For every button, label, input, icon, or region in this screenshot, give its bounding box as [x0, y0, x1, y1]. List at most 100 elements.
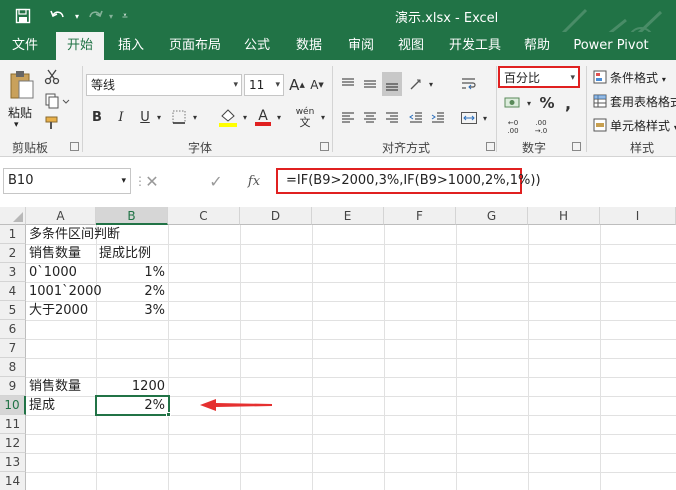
italic-button[interactable]: I [112, 106, 130, 128]
name-box[interactable]: B10 ▾ [3, 168, 131, 194]
row-header-8[interactable]: 8 [0, 358, 26, 377]
format-painter-icon[interactable] [42, 114, 62, 132]
font-color-dropdown-icon[interactable]: ▾ [274, 106, 284, 128]
cell-a9[interactable]: 销售数量 [26, 377, 96, 396]
paste-dropdown-icon[interactable]: ▾ [14, 120, 19, 130]
underline-dropdown-icon[interactable]: ▾ [154, 106, 164, 128]
tab-page-layout[interactable]: 页面布局 [164, 32, 226, 60]
number-launcher-icon[interactable] [572, 142, 581, 151]
underline-button[interactable]: U [136, 106, 154, 128]
column-header-b[interactable]: B [96, 207, 168, 225]
row-header-14[interactable]: 14 [0, 472, 26, 490]
accounting-format-icon[interactable] [502, 92, 524, 114]
column-header-i[interactable]: I [600, 207, 676, 225]
redo-icon[interactable] [84, 6, 106, 26]
copy-icon[interactable] [42, 92, 72, 110]
cell-a1[interactable]: 多条件区间判断 [26, 225, 166, 244]
row-header-4[interactable]: 4 [0, 282, 26, 301]
align-bottom-icon[interactable] [382, 72, 402, 96]
align-top-icon[interactable] [338, 72, 358, 96]
cell-styles-button[interactable]: 单元格样式 ▾ [610, 117, 676, 134]
row-header-5[interactable]: 5 [0, 301, 26, 320]
row-header-9[interactable]: 9 [0, 377, 26, 396]
tab-file[interactable]: 文件 [6, 32, 44, 60]
row-header-11[interactable]: 11 [0, 415, 26, 434]
cell-b3[interactable]: 1% [96, 263, 168, 282]
formula-input[interactable]: =IF(B9>2000,3%,IF(B9>1000,2%,1%)) [276, 168, 541, 194]
row-header-2[interactable]: 2 [0, 244, 26, 263]
fill-color-icon[interactable] [216, 104, 240, 130]
column-header-e[interactable]: E [312, 207, 384, 225]
cell-a10[interactable]: 提成 [26, 396, 96, 415]
format-as-table-button[interactable]: 套用表格格式 [610, 93, 676, 110]
redo-dropdown-icon[interactable]: ▾ [106, 6, 116, 26]
column-header-h[interactable]: H [528, 207, 600, 225]
customize-toolbar-icon[interactable]: ⩡ [118, 6, 132, 26]
column-header-c[interactable]: C [168, 207, 240, 225]
cell-a5[interactable]: 大于2000 [26, 301, 96, 320]
tab-formulas[interactable]: 公式 [238, 32, 276, 60]
shrink-font-icon[interactable]: A ▼ [308, 74, 326, 96]
paste-icon[interactable] [6, 68, 38, 102]
font-color-icon[interactable]: A [252, 104, 274, 130]
decrease-indent-icon[interactable] [406, 106, 426, 130]
fill-handle[interactable] [166, 412, 171, 417]
row-header-6[interactable]: 6 [0, 320, 26, 339]
merge-dropdown-icon[interactable]: ▾ [480, 106, 490, 130]
row-header-3[interactable]: 3 [0, 263, 26, 282]
fill-color-dropdown-icon[interactable]: ▾ [240, 106, 250, 128]
save-icon[interactable] [12, 6, 34, 26]
borders-icon[interactable] [168, 106, 190, 128]
tab-data[interactable]: 数据 [290, 32, 328, 60]
row-header-1[interactable]: 1 [0, 225, 26, 244]
format-as-table-icon[interactable] [592, 92, 608, 110]
undo-dropdown-icon[interactable]: ▾ [72, 6, 82, 26]
phonetic-dropdown-icon[interactable]: ▾ [318, 106, 328, 128]
tab-insert[interactable]: 插入 [112, 32, 150, 60]
merge-center-icon[interactable] [458, 106, 480, 130]
tab-view[interactable]: 视图 [392, 32, 430, 60]
column-header-d[interactable]: D [240, 207, 312, 225]
cell-a4[interactable]: 1001`2000 [26, 282, 102, 301]
tab-review[interactable]: 审阅 [342, 32, 380, 60]
clipboard-launcher-icon[interactable] [70, 142, 79, 151]
align-left-icon[interactable] [338, 106, 358, 130]
enter-icon[interactable]: ✓ [206, 170, 226, 192]
tab-power-pivot[interactable]: Power Pivot [570, 32, 652, 60]
row-header-7[interactable]: 7 [0, 339, 26, 358]
font-size-select[interactable]: 11 ▾ [244, 74, 284, 96]
conditional-formatting-button[interactable]: 条件格式 ▾ [610, 69, 666, 86]
increase-decimal-icon[interactable]: ←0.00 [502, 116, 524, 138]
decrease-decimal-icon[interactable]: .00 →.0 [530, 116, 552, 138]
tab-home[interactable]: 开始 [56, 32, 104, 60]
font-name-select[interactable]: 等线 ▾ [86, 74, 242, 96]
orientation-icon[interactable] [406, 72, 426, 96]
bold-button[interactable]: B [88, 106, 106, 128]
wrap-text-icon[interactable] [458, 72, 480, 96]
select-all-button[interactable] [0, 207, 26, 225]
column-header-f[interactable]: F [384, 207, 456, 225]
cell-b4[interactable]: 2% [96, 282, 168, 301]
row-header-13[interactable]: 13 [0, 453, 26, 472]
align-right-icon[interactable] [382, 106, 402, 130]
increase-indent-icon[interactable] [428, 106, 448, 130]
row-header-12[interactable]: 12 [0, 434, 26, 453]
comma-style-button[interactable]: , [560, 92, 576, 114]
conditional-formatting-icon[interactable] [592, 68, 608, 86]
number-format-select[interactable]: 百分比 ▾ [498, 66, 580, 88]
font-launcher-icon[interactable] [320, 142, 329, 151]
percent-style-button[interactable]: % [538, 92, 556, 114]
borders-dropdown-icon[interactable]: ▾ [190, 106, 200, 128]
cancel-icon[interactable]: ✕ [142, 170, 162, 192]
column-header-a[interactable]: A [26, 207, 96, 225]
undo-icon[interactable] [44, 6, 72, 26]
row-header-10[interactable]: 10 [0, 396, 26, 415]
tab-developer[interactable]: 开发工具 [444, 32, 506, 60]
cut-icon[interactable] [42, 68, 62, 86]
cell-a3[interactable]: 0`1000 [26, 263, 96, 282]
cell-b9[interactable]: 1200 [96, 377, 168, 396]
tab-help[interactable]: 帮助 [518, 32, 556, 60]
alignment-launcher-icon[interactable] [486, 142, 495, 151]
accounting-dropdown-icon[interactable]: ▾ [524, 92, 534, 114]
align-middle-icon[interactable] [360, 72, 380, 96]
